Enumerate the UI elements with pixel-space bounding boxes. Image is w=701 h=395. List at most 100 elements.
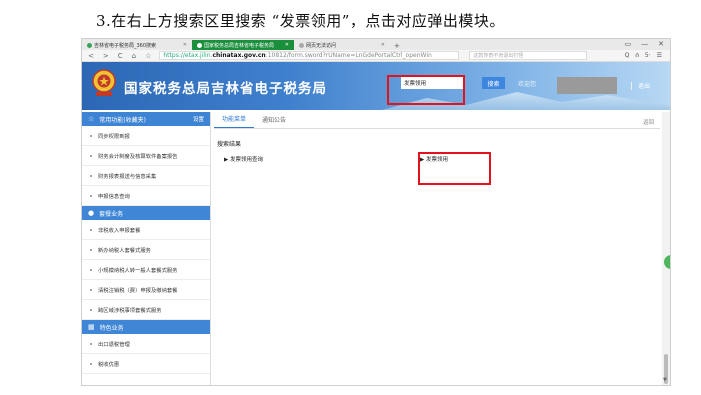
settings-link[interactable]: 设置 — [193, 115, 204, 123]
logout-link[interactable]: 退出 — [638, 81, 650, 90]
bullet-icon — [90, 248, 92, 251]
window-controls: ▭ — ✕ — [625, 40, 665, 48]
search-icon[interactable]: Q — [625, 52, 630, 60]
browser-search-field[interactable]: 这款传奇不肯退出打怪 — [469, 51, 588, 60]
package-icon: ● — [88, 209, 95, 217]
sidebar-item-label: 新办纳税人套餐式服务 — [98, 247, 151, 254]
bullet-icon — [90, 174, 92, 177]
favicon-icon — [87, 42, 92, 48]
sidebar-section-title: 特色业务 — [99, 324, 124, 332]
sidebar-item-label: 税收优惠 — [98, 361, 120, 368]
sidebar-item[interactable]: 小规模纳税人转一般人套餐式服务 — [82, 260, 210, 280]
browser-tab-bar: 吉林省电子税务局_360搜索 ✕ 国家税务总局吉林省电子税务局 ✕ 网页无法访问… — [82, 39, 670, 50]
forward-icon[interactable]: > — [103, 52, 109, 60]
sidebar-item[interactable]: 申报信息查询 — [82, 186, 210, 206]
close-window-icon[interactable]: ✕ — [658, 40, 664, 48]
welcome-text: 欢迎您 — [518, 81, 537, 88]
sidebar-item[interactable]: 同步权限到报 — [82, 126, 210, 146]
nav-buttons: < > C ⌂ ☆ — [88, 52, 151, 60]
highlight-result — [418, 152, 491, 185]
url-field[interactable]: https://etax.jilin. chinatax.gov.cn:10812… — [159, 51, 460, 60]
close-icon[interactable]: ✕ — [285, 42, 289, 48]
address-bar-row: < > C ⌂ ☆ https://etax.jilin. chinatax.go… — [82, 50, 670, 62]
close-icon[interactable]: ✕ — [381, 42, 385, 48]
search-results-title: 搜索结果 — [217, 141, 242, 148]
sidebar-item-label: 跨区域涉税事项套餐式服务 — [98, 307, 162, 314]
sidebar-item-label: 出口退税管理 — [98, 341, 130, 348]
browser-window: 吉林省电子税务局_360搜索 ✕ 国家税务总局吉林省电子税务局 ✕ 网页无法访问… — [81, 38, 671, 386]
sidebar-item[interactable]: 新办纳税人套餐式服务 — [82, 240, 210, 260]
bullet-icon — [90, 288, 92, 291]
content-tabs: 功能菜单 通知公告 返回 — [214, 112, 660, 129]
bookmark-icon[interactable]: ☆ — [145, 52, 151, 60]
result-label: 发票领用查询 — [229, 157, 263, 163]
url-path: :10812/form.sword?rUName=LnGdePortalCtrl… — [265, 52, 432, 59]
triangle-right-icon: ▶ — [224, 157, 229, 163]
result-invoice-query[interactable]: ▶ 发票领用查询 — [224, 155, 263, 163]
favicon-icon — [197, 42, 202, 48]
back-link[interactable]: 返回 — [643, 118, 654, 126]
sidebar-item-label: 同步权限到报 — [98, 133, 130, 140]
sidebar-item-label: 财务会计制度及核算软件备案报告 — [98, 153, 178, 160]
bullet-icon — [90, 342, 92, 345]
sidebar-item[interactable]: 税收优惠 — [82, 354, 210, 374]
header-separator: | — [630, 81, 633, 90]
sidebar-item[interactable]: 非税收入申报套餐 — [82, 220, 210, 240]
undo-icon[interactable]: 5· — [645, 52, 651, 60]
sidebar-section-title: 常用功能(收藏夹) — [99, 116, 146, 124]
site-header: 国家税务总局吉林省电子税务局 发票领用 搜索 欢迎您 | 退出 — [82, 62, 670, 110]
sidebar-item[interactable]: 财务报表报送与信息采集 — [82, 166, 210, 186]
url-scheme: https://etax.jilin. — [163, 52, 213, 59]
sidebar-item-label: 财务报表报送与信息采集 — [98, 173, 157, 180]
browser-tab-label: 吉林省电子税务局_360搜索 — [94, 42, 157, 49]
bullet-icon — [90, 134, 92, 137]
browser-tab-etax[interactable]: 国家税务总局吉林省电子税务局 ✕ — [192, 40, 294, 50]
page-scrollbar[interactable]: ▼ — [662, 112, 670, 385]
sidebar-item[interactable]: 财务会计制度及核算软件备案报告 — [82, 146, 210, 166]
favicon-icon — [299, 42, 304, 48]
bullet-icon — [90, 154, 92, 157]
sidebar-section-title: 套餐业务 — [99, 210, 124, 218]
extension-icon[interactable]: ሰ — [635, 52, 639, 60]
tax-emblem-icon — [92, 69, 116, 96]
sidebar-item-label: 申报信息查询 — [98, 193, 130, 200]
grid-icon: ▦ — [88, 323, 95, 331]
url-host: chinatax.gov.cn — [212, 52, 266, 59]
new-tab-button[interactable]: + — [390, 42, 404, 50]
bullet-icon — [90, 268, 92, 271]
sidebar-item[interactable]: 清税注销税（费）申报及缴纳套餐 — [82, 280, 210, 300]
sidebar-item-label: 小规模纳税人转一般人套餐式服务 — [98, 267, 178, 274]
browser-tools: Q ሰ 5· ☰ — [625, 52, 662, 60]
bullet-icon — [90, 228, 92, 231]
feedback-tab[interactable] — [664, 255, 670, 269]
browser-tab-label: 网页无法访问 — [306, 42, 337, 49]
refresh-icon[interactable]: C — [118, 52, 123, 60]
minimize-icon[interactable]: — — [641, 40, 648, 48]
sidebar: ☆ 常用功能(收藏夹) 设置 同步权限到报 财务会计制度及核算软件备案报告 财务… — [82, 112, 211, 385]
browser-tab-error[interactable]: 网页无法访问 ✕ — [294, 40, 390, 50]
sidebar-item[interactable]: 跨区域涉税事项套餐式服务 — [82, 300, 210, 320]
menu-icon[interactable]: ☰ — [657, 52, 662, 60]
browser-tab-search[interactable]: 吉林省电子税务局_360搜索 ✕ — [82, 40, 192, 50]
close-icon[interactable]: ✕ — [183, 42, 187, 48]
scroll-down-icon[interactable]: ▼ — [663, 377, 667, 383]
sidebar-section-special[interactable]: ▦ 特色业务 — [82, 320, 210, 334]
highlight-search-box — [387, 75, 465, 105]
bullet-icon — [90, 362, 92, 365]
sidebar-section-packages[interactable]: ● 套餐业务 — [82, 206, 210, 220]
site-title: 国家税务总局吉林省电子税务局 — [124, 81, 327, 97]
sidebar-item-label: 清税注销税（费）申报及缴纳套餐 — [98, 287, 178, 294]
back-icon[interactable]: < — [88, 52, 94, 60]
browser-tab-label: 国家税务总局吉林省电子税务局 — [204, 42, 275, 49]
star-icon: ☆ — [88, 115, 95, 123]
home-icon[interactable]: ⌂ — [132, 52, 136, 60]
sidebar-item[interactable]: 出口退税管理 — [82, 334, 210, 354]
bullet-icon — [90, 308, 92, 311]
sidebar-section-favorites[interactable]: ☆ 常用功能(收藏夹) 设置 — [82, 112, 210, 126]
sidebar-item-label: 非税收入申报套餐 — [98, 227, 141, 234]
tab-function-menu[interactable]: 功能菜单 — [214, 114, 255, 128]
restore-icon[interactable]: ▭ — [625, 40, 632, 48]
redacted-user-area — [557, 77, 617, 94]
site-search-button[interactable]: 搜索 — [482, 77, 505, 89]
tab-notices[interactable]: 通知公告 — [254, 115, 294, 128]
